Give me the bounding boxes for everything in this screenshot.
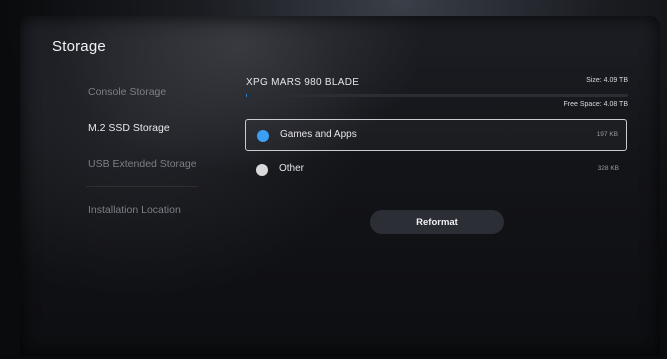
- storage-screen: Storage Console Storage M.2 SSD Storage …: [20, 16, 660, 356]
- storage-usage-bar: [246, 94, 628, 97]
- other-color-dot: [256, 164, 268, 176]
- sidebar-item-m2-ssd-storage[interactable]: M.2 SSD Storage: [88, 122, 170, 134]
- free-space: Free Space: 4.08 TB: [563, 101, 628, 108]
- category-size: 197 KB: [596, 131, 618, 138]
- sidebar-item-installation-location[interactable]: Installation Location: [88, 204, 181, 216]
- category-size: 328 KB: [597, 165, 619, 172]
- sidebar-item-usb-extended-storage[interactable]: USB Extended Storage: [88, 158, 197, 170]
- storage-usage-fill: [246, 94, 247, 97]
- category-row-other[interactable]: Other 328 KB: [245, 154, 627, 186]
- category-row-games-and-apps[interactable]: Games and Apps 197 KB: [245, 119, 627, 151]
- sidebar-item-console-storage[interactable]: Console Storage: [88, 86, 166, 98]
- reformat-button[interactable]: Reformat: [370, 210, 504, 234]
- sidebar-divider: [86, 186, 198, 187]
- games-and-apps-color-dot: [257, 130, 269, 142]
- drive-name: XPG MARS 980 BLADE: [246, 77, 360, 88]
- category-label: Other: [279, 163, 305, 174]
- category-label: Games and Apps: [280, 129, 357, 140]
- page-title: Storage: [52, 38, 106, 55]
- drive-size: Size: 4.09 TB: [586, 77, 628, 84]
